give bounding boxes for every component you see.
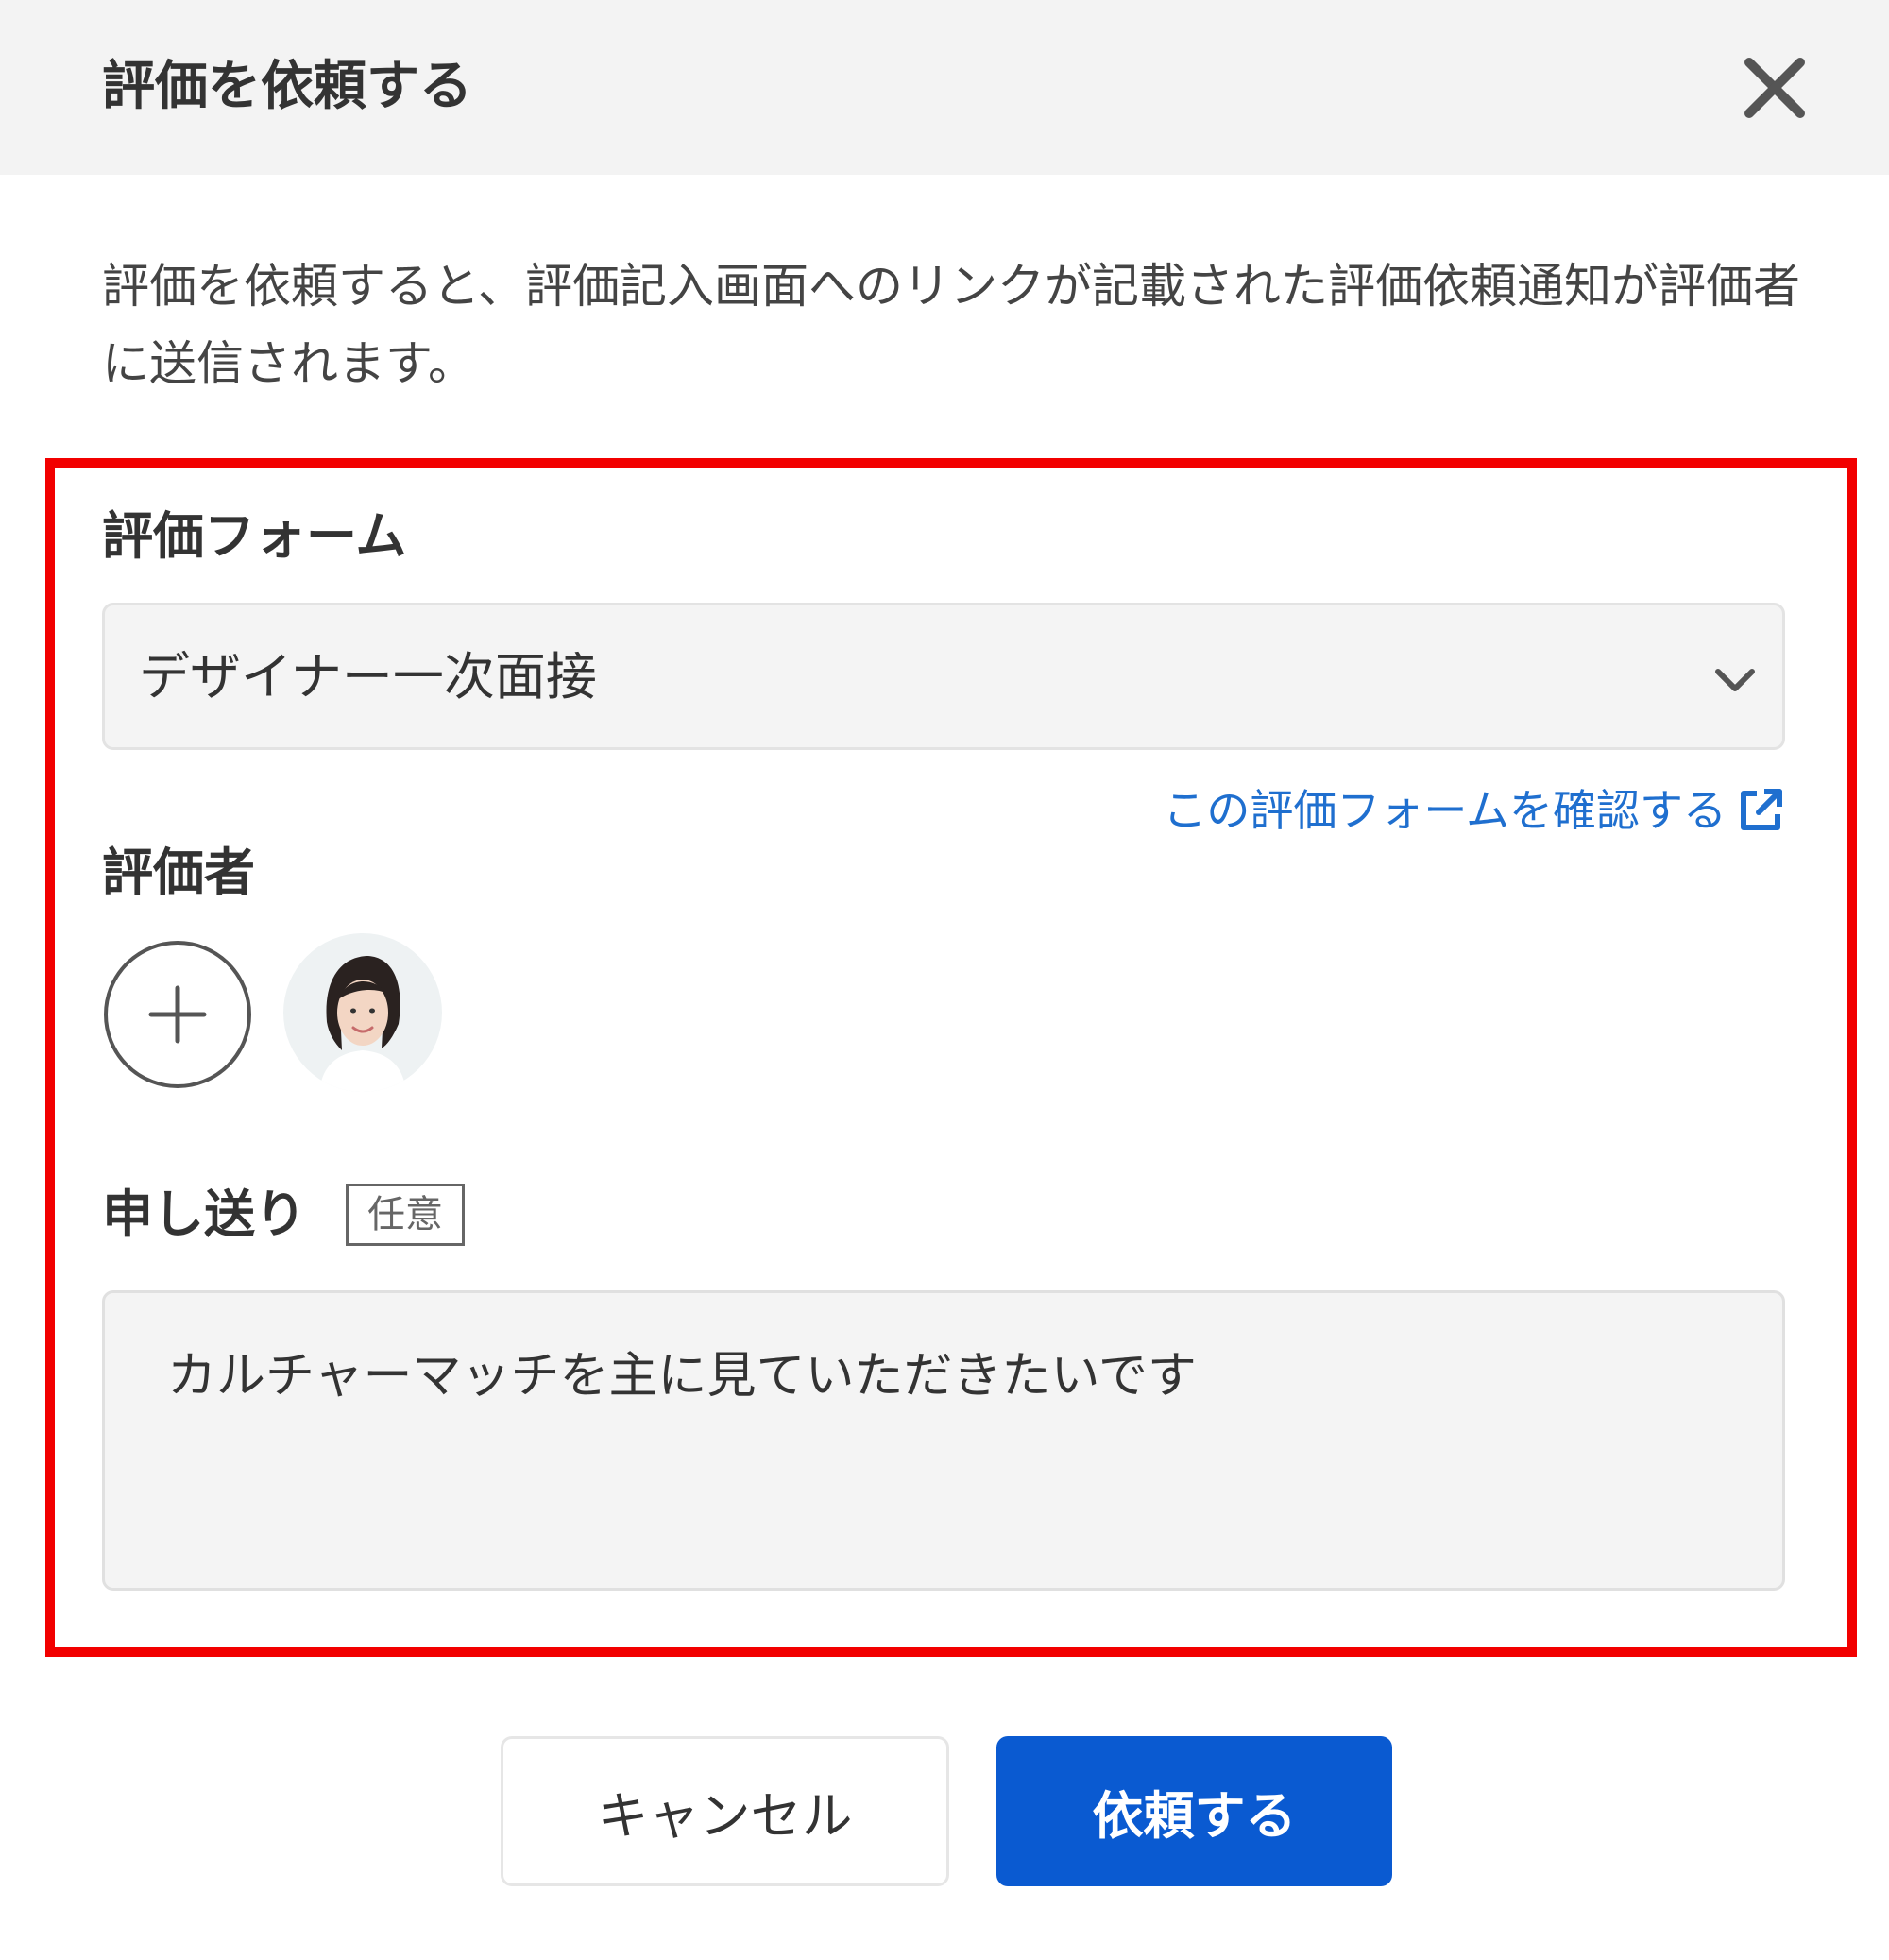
evaluators-label: 評価者 <box>102 843 255 902</box>
check-form-link-label: この評価フォームを確認する <box>1163 785 1727 836</box>
evaluator-avatar[interactable] <box>281 931 444 1094</box>
external-link-icon <box>1741 789 1782 830</box>
dialog-header: 評価を依頼する <box>0 0 1889 175</box>
evaluation-form-select[interactable]: デザイナー一次面接 <box>102 603 1785 750</box>
dialog-description: 評価を依頼すると、評価記入画面へのリンクが記載された評価依頼通知が評価者に送信さ… <box>102 259 1800 391</box>
optional-badge: 任意 <box>346 1184 465 1246</box>
cancel-button[interactable]: キャンセル <box>501 1736 949 1886</box>
close-icon[interactable] <box>1736 49 1813 127</box>
add-evaluator-button[interactable] <box>102 939 253 1090</box>
evaluation-form-label: 評価フォーム <box>102 506 407 566</box>
notes-text: カルチャーマッチを主に見ていただきたいです <box>167 1348 1197 1405</box>
chevron-down-icon <box>1715 669 1755 691</box>
dialog-title: 評価を依頼する <box>102 56 472 117</box>
submit-button[interactable]: 依頼する <box>996 1736 1392 1886</box>
check-form-link[interactable]: この評価フォームを確認する <box>1152 776 1787 844</box>
notes-label: 申し送り <box>102 1185 306 1244</box>
notes-textarea[interactable]: カルチャーマッチを主に見ていただきたいです <box>102 1290 1785 1591</box>
evaluation-form-selected-value: デザイナー一次面接 <box>139 647 597 707</box>
